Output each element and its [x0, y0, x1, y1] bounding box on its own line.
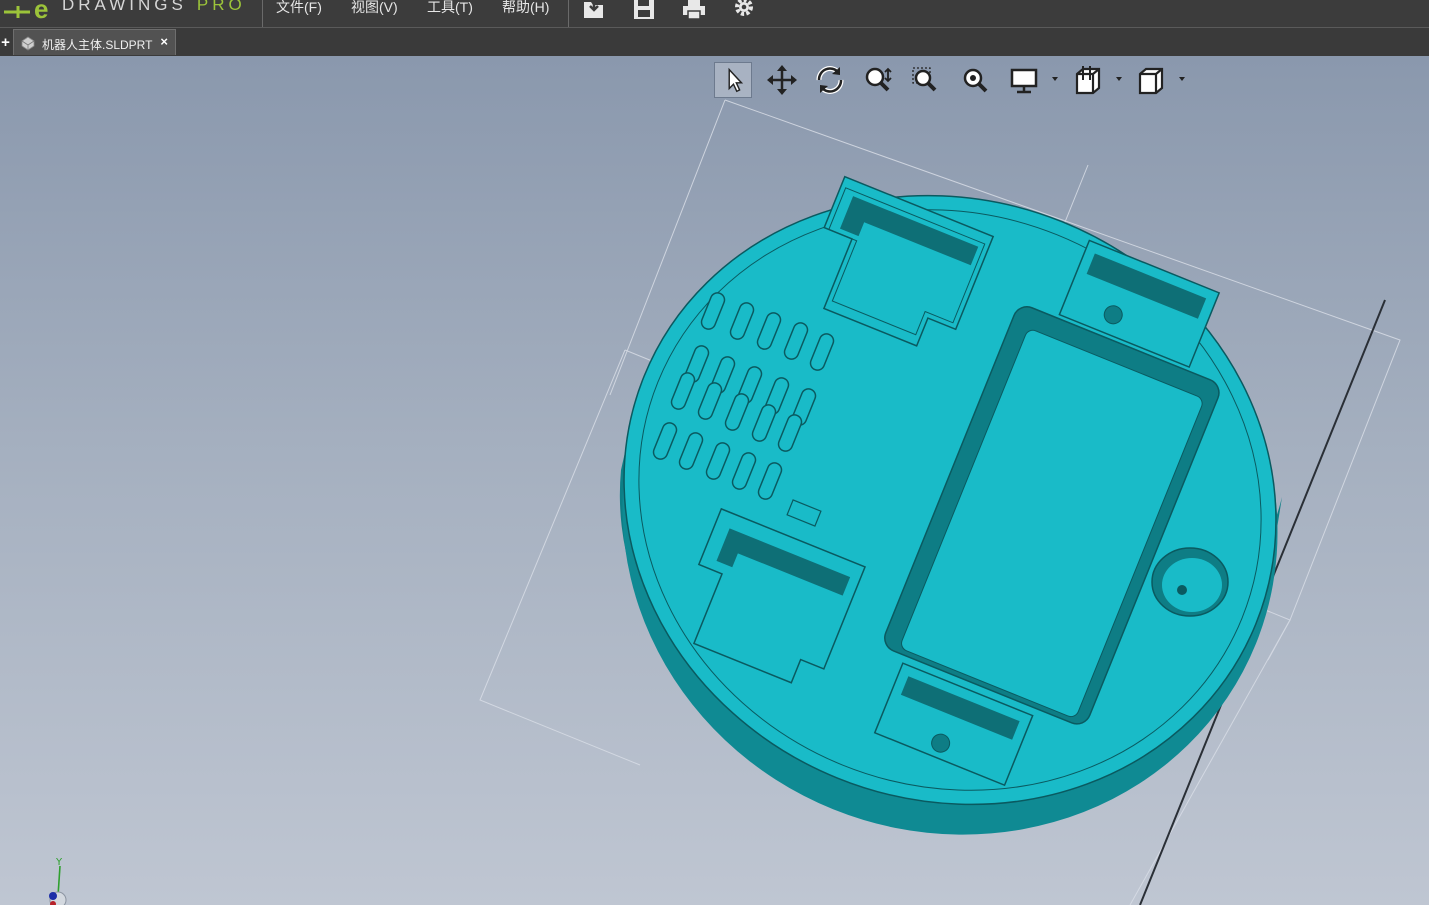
new-tab-button[interactable]: +	[0, 35, 11, 50]
close-icon[interactable]: ×	[160, 34, 168, 49]
logo-pro-text: PRO	[196, 0, 246, 14]
tab-document-label: 机器人主体.SLDPRT	[42, 38, 153, 52]
app-logo: e DRAWINGS PRO	[0, 0, 262, 27]
coordinate-triad: Y	[49, 857, 67, 905]
part-icon	[21, 36, 35, 51]
document-tab-strip: + 机器人主体.SLDPRT ×	[0, 28, 1429, 56]
open-icon[interactable]	[580, 0, 608, 22]
menu-help[interactable]: 帮助(H)	[502, 0, 549, 17]
round-hole	[1151, 547, 1229, 617]
model-viewport[interactable]: Y	[0, 56, 1429, 905]
triad-y-label: Y	[55, 857, 63, 868]
menu-tools[interactable]: 工具(T)	[427, 0, 473, 17]
settings-icon[interactable]	[730, 0, 758, 22]
menu-separator	[568, 0, 569, 27]
edrawings-logo-icon: e	[4, 0, 48, 22]
logo-text: DRAWINGS PRO	[62, 0, 246, 15]
svg-text:e: e	[34, 0, 48, 22]
tab-document[interactable]: 机器人主体.SLDPRT ×	[13, 29, 176, 55]
cad-model[interactable]	[0, 56, 1429, 905]
menu-separator	[262, 0, 263, 27]
menu-file[interactable]: 文件(F)	[276, 0, 322, 17]
menu-view[interactable]: 视图(V)	[351, 0, 398, 17]
print-icon[interactable]	[680, 0, 708, 22]
save-icon[interactable]	[630, 0, 658, 22]
menu-bar: e DRAWINGS PRO 文件(F) 视图(V) 工具(T) 帮助(H)	[0, 0, 1429, 28]
